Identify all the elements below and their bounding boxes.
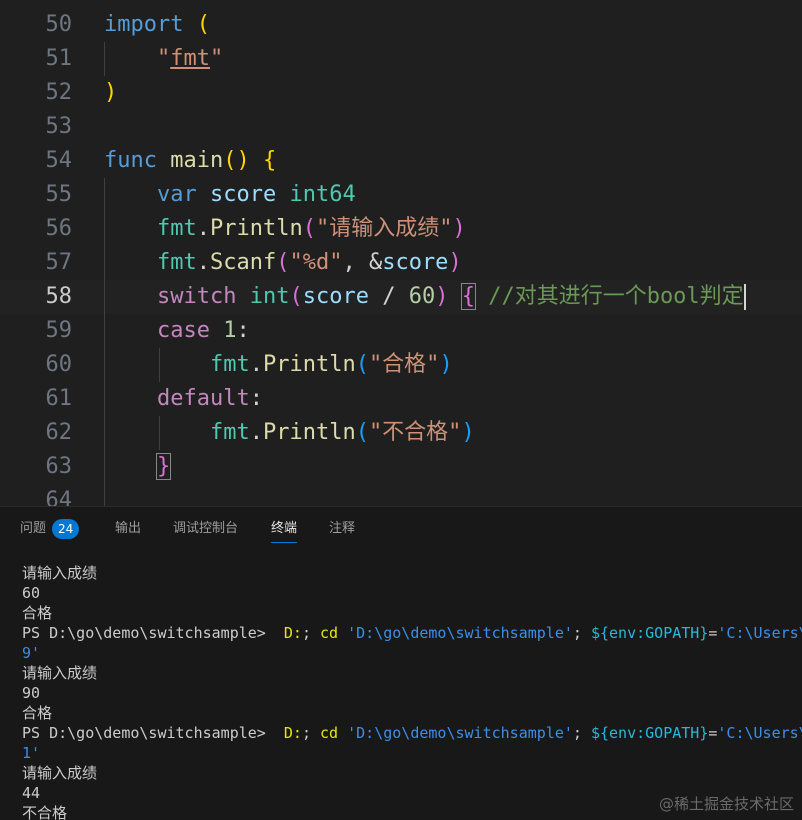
code-text: func main() { <box>104 148 277 173</box>
code-line[interactable]: 54 func main() { <box>0 144 802 178</box>
code-line[interactable]: 52 ) <box>0 76 802 110</box>
watermark: @稀土掘金技术社区 <box>658 795 794 813</box>
line-number: 63 <box>45 454 73 479</box>
code-line[interactable]: 60 fmt.Println("合格") <box>0 348 802 382</box>
terminal-line: 请输入成绩 <box>22 564 98 582</box>
line-number: 56 <box>45 216 73 241</box>
terminal-line: 合格 <box>22 704 53 722</box>
code-text: } <box>104 453 172 480</box>
code-line[interactable]: 57 fmt.Scanf("%d", &score) <box>0 246 802 280</box>
terminal-line: 1' <box>22 744 41 762</box>
code-text: fmt.Println("合格") <box>209 352 453 377</box>
code-line[interactable]: 53 <box>0 110 802 144</box>
panel-tab-bar: 问题 24 输出 调试控制台 终端 注释 <box>0 507 802 549</box>
code-line[interactable]: 63 } <box>0 450 802 484</box>
tab-label: 问题 <box>20 521 47 536</box>
code-line[interactable]: 50 import ( <box>0 8 802 42</box>
terminal-command-line: PS D:\go\demo\switchsample> D:; cd 'D:\g… <box>22 624 802 642</box>
code-text: import ( <box>104 12 210 37</box>
code-text: fmt.Println("请输入成绩") <box>156 216 466 241</box>
terminal-line: 9' <box>22 644 41 662</box>
indent-guide <box>104 484 105 506</box>
terminal-line: 合格 <box>22 604 53 622</box>
text-cursor <box>743 284 746 310</box>
line-number: 58 <box>45 284 73 309</box>
code-text: fmt.Scanf("%d", &score) <box>156 250 462 275</box>
code-editor[interactable]: 50 import ( 51 "fmt" 52 ) 53 54 func mai… <box>0 0 802 506</box>
line-number: 57 <box>45 250 73 275</box>
tab-problems[interactable]: 问题 24 <box>20 519 80 543</box>
line-number: 62 <box>45 420 73 445</box>
terminal-command-line: PS D:\go\demo\switchsample> D:; cd 'D:\g… <box>22 724 802 742</box>
code-line[interactable]: 62 fmt.Println("不合格") <box>0 416 802 450</box>
code-line[interactable]: 61 default: <box>0 382 802 416</box>
terminal-output[interactable]: 请输入成绩 60 合格 PS D:\go\demo\switchsample> … <box>22 563 802 820</box>
code-text: case 1: <box>156 318 250 343</box>
line-number: 51 <box>45 46 73 71</box>
code-line-current[interactable]: 58 switch int(score / 60) { //对其进行一个bool… <box>0 280 802 314</box>
line-number: 52 <box>45 80 73 105</box>
code-text: "fmt" <box>156 46 224 71</box>
code-line[interactable]: 56 fmt.Println("请输入成绩") <box>0 212 802 246</box>
tab-terminal[interactable]: 终端 <box>271 519 298 543</box>
code-line[interactable]: 51 "fmt" <box>0 42 802 76</box>
code-line[interactable]: 55 var score int64 <box>0 178 802 212</box>
code-line[interactable]: 64 <box>0 484 802 506</box>
code-line[interactable]: 59 case 1: <box>0 314 802 348</box>
code-text: switch int(score / 60) { //对其进行一个bool判定 <box>156 283 746 310</box>
terminal-line: 请输入成绩 <box>22 664 98 682</box>
code-text: ) <box>104 80 118 105</box>
line-number: 54 <box>45 148 73 173</box>
code-text: var score int64 <box>156 182 356 207</box>
bracket-match: { <box>460 283 476 310</box>
line-number: 60 <box>45 352 73 377</box>
bottom-panel: 问题 24 输出 调试控制台 终端 注释 请输入成绩 60 合格 PS D:\go… <box>0 506 802 820</box>
terminal-line: 60 <box>22 584 41 602</box>
terminal-line: 90 <box>22 684 41 702</box>
tab-comments[interactable]: 注释 <box>329 519 355 543</box>
line-number: 64 <box>45 488 73 506</box>
line-number: 55 <box>45 182 73 207</box>
line-number: 61 <box>45 386 73 411</box>
line-number: 53 <box>45 114 73 139</box>
code-text: fmt.Println("不合格") <box>209 420 475 445</box>
tab-output[interactable]: 输出 <box>115 519 141 543</box>
code-text: default: <box>156 386 263 411</box>
line-number: 59 <box>45 318 73 343</box>
bracket-match: } <box>155 453 172 480</box>
line-number: 50 <box>45 12 73 37</box>
problems-count-badge: 24 <box>52 519 80 539</box>
terminal-line: 请输入成绩 <box>22 764 98 782</box>
tab-debug-console[interactable]: 调试控制台 <box>173 519 238 543</box>
